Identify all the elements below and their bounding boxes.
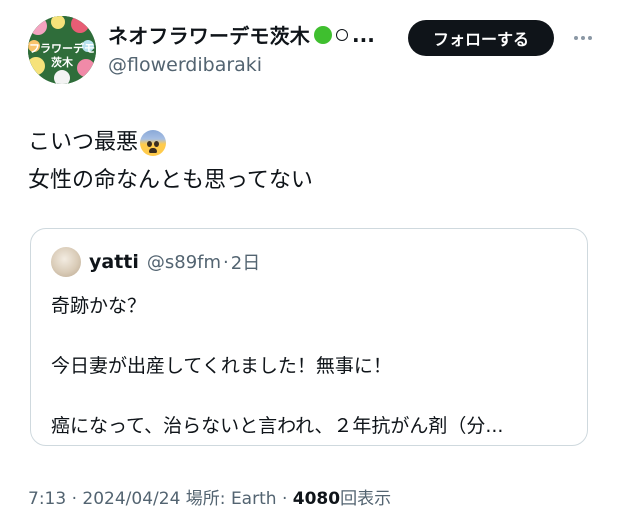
separator: · <box>223 251 229 273</box>
dot <box>581 36 585 40</box>
author-avatar[interactable]: フラワーデモ 茨木 <box>28 16 96 84</box>
tweet-line-2: 女性の命なんとも思ってない <box>28 168 313 193</box>
more-options-icon[interactable] <box>566 24 600 52</box>
avatar-text-1: フラワーデモ <box>29 41 95 55</box>
dot <box>588 36 592 40</box>
quoted-line-2: 今日妻が出産してくれました！無事に！ <box>51 355 392 377</box>
avatar-text-2: 茨木 <box>51 55 74 69</box>
quoted-text: 奇跡かな？ 今日妻が出産してくれました！無事に！ 癌になって、治らないと言われ、… <box>51 291 503 441</box>
quoted-line-1: 奇跡かな？ <box>51 295 147 317</box>
quoted-tweet-card[interactable]: yatti @s89fm · 2日 奇跡かな？ 今日妻が出産してくれました！無事… <box>30 228 588 446</box>
separator: · <box>281 489 288 509</box>
views-label: 回表示 <box>340 489 392 509</box>
quoted-author-name[interactable]: yatti <box>89 251 139 273</box>
author-name-row: ネオフラワーデモ茨木 ... <box>108 20 375 49</box>
name-truncation: ... <box>352 22 375 47</box>
flower-logo-icon: フラワーデモ 茨木 <box>28 16 96 84</box>
post-date[interactable]: 2024/04/24 <box>82 489 180 509</box>
quoted-author-handle[interactable]: @s89fm <box>147 252 221 273</box>
location-value: Earth <box>230 489 277 509</box>
dot <box>574 36 578 40</box>
location-label: 場所: <box>185 489 226 509</box>
tweet-text: こいつ最悪 女性の命なんとも思ってない <box>28 124 313 200</box>
quoted-author-row: yatti @s89fm · 2日 <box>51 247 260 277</box>
tweet-line-1: こいつ最悪 <box>28 130 139 155</box>
follow-button[interactable]: フォローする <box>408 20 554 56</box>
quoted-author-avatar[interactable] <box>51 247 81 277</box>
quoted-timestamp[interactable]: 2日 <box>231 249 260 275</box>
quoted-line-3: 癌になって、治らないと言われ、２年抗がん剤（分... <box>51 415 504 437</box>
tweet-meta: 7:13 · 2024/04/24 場所: Earth · 4080回表示 <box>28 484 391 509</box>
views-count: 4080 <box>292 489 341 509</box>
separator: · <box>71 489 77 509</box>
white-circle-icon <box>336 28 348 41</box>
green-circle-icon <box>314 25 332 44</box>
author-display-name[interactable]: ネオフラワーデモ茨木 <box>108 20 310 49</box>
tweet-header: フラワーデモ 茨木 ネオフラワーデモ茨木 ... @flowerdibaraki… <box>28 16 600 88</box>
author-handle[interactable]: @flowerdibaraki <box>108 54 262 76</box>
post-time[interactable]: 7:13 <box>28 489 66 509</box>
fearful-face-icon <box>140 130 167 156</box>
